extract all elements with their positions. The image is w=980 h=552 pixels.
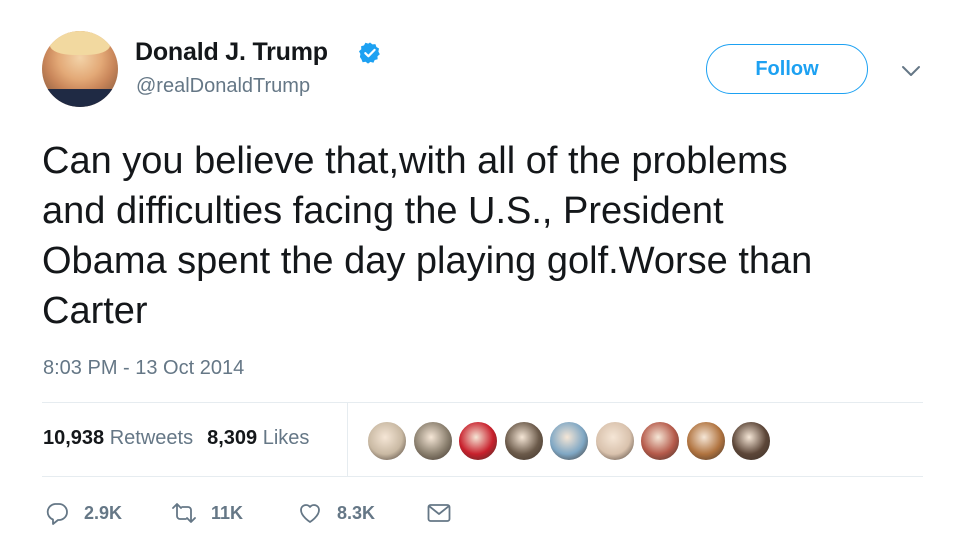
direct-message-button[interactable] bbox=[426, 500, 452, 526]
retweets-count: 10,938 bbox=[43, 427, 105, 449]
retweets-stat[interactable]: 10,938 Retweets bbox=[43, 427, 193, 449]
reply-count: 2.9K bbox=[84, 502, 123, 523]
avatar[interactable] bbox=[42, 31, 118, 107]
verified-badge-icon bbox=[359, 42, 380, 64]
retweets-label: Retweets bbox=[109, 427, 194, 449]
heart-icon bbox=[300, 504, 320, 523]
liker-avatar[interactable] bbox=[639, 420, 681, 462]
mail-icon bbox=[427, 504, 451, 522]
tweet-card: Donald J. Trump @realDonaldTrump Follow … bbox=[0, 0, 980, 552]
engagement-stats: 10,938 Retweets 8,309 Likes bbox=[43, 427, 309, 450]
liker-avatar[interactable] bbox=[593, 420, 636, 462]
user-handle[interactable]: @realDonaldTrump bbox=[136, 75, 310, 98]
tweet-text: Can you believe that,with all of the pro… bbox=[42, 140, 813, 332]
stats-divider bbox=[347, 403, 348, 476]
retweet-count: 11K bbox=[211, 502, 244, 523]
divider bbox=[42, 402, 923, 403]
liker-avatar[interactable] bbox=[684, 420, 727, 462]
like-count: 8.3K bbox=[337, 502, 376, 523]
like-button[interactable]: 8.3K bbox=[297, 500, 375, 526]
liker-avatar[interactable] bbox=[548, 420, 590, 462]
liker-avatars bbox=[366, 420, 786, 462]
display-name[interactable]: Donald J. Trump bbox=[135, 38, 328, 67]
liker-avatar[interactable] bbox=[411, 420, 454, 462]
liker-avatar[interactable] bbox=[457, 420, 499, 462]
retweet-button[interactable]: 11K bbox=[171, 500, 243, 526]
follow-button[interactable]: Follow bbox=[706, 44, 868, 94]
reply-button[interactable]: 2.9K bbox=[44, 500, 122, 526]
tweet-timestamp[interactable]: 8:03 PM - 13 Oct 2014 bbox=[43, 357, 244, 380]
liker-avatar[interactable] bbox=[502, 420, 545, 462]
liker-avatar[interactable] bbox=[730, 420, 772, 462]
retweet-icon bbox=[172, 503, 196, 523]
likes-stat[interactable]: 8,309 Likes bbox=[207, 427, 309, 449]
reply-icon bbox=[46, 503, 68, 525]
chevron-down-icon[interactable] bbox=[900, 62, 922, 80]
tweet-actions: 2.9K 11K 8.3K bbox=[44, 500, 544, 530]
likes-count: 8,309 bbox=[207, 427, 258, 449]
likes-label: Likes bbox=[262, 427, 310, 449]
divider bbox=[42, 476, 923, 477]
liker-avatar[interactable] bbox=[366, 420, 408, 462]
